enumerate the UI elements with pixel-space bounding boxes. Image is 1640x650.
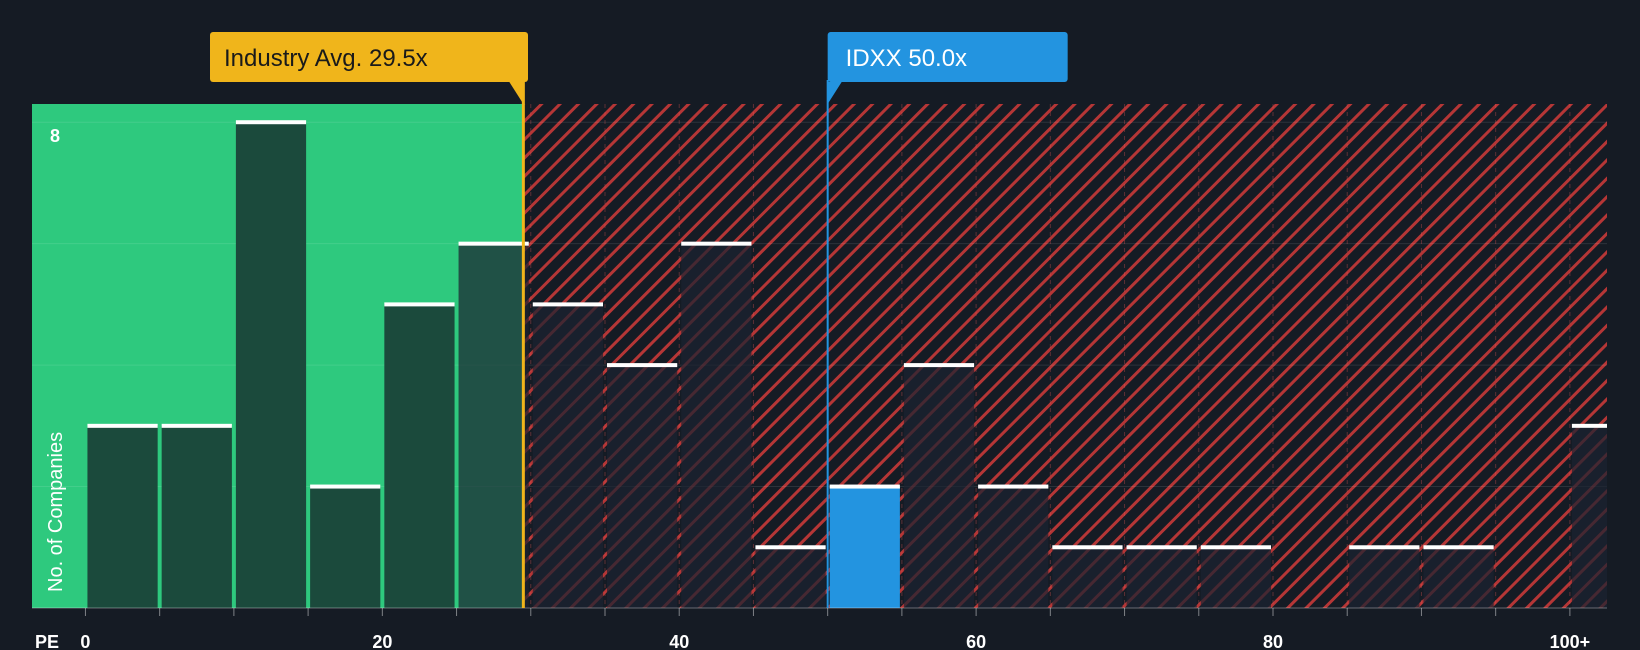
- bar-top-cap: [1052, 545, 1123, 550]
- bar: [829, 486, 900, 608]
- x-tick-label: 0: [80, 632, 90, 650]
- company-callout-pointer: [827, 82, 842, 104]
- bar: [87, 425, 158, 608]
- bar: [755, 547, 826, 608]
- bar: [235, 122, 307, 609]
- bar-top-cap: [384, 302, 455, 307]
- x-tick-label: 40: [669, 632, 689, 650]
- bar: [1571, 425, 1607, 608]
- bar-top-cap: [606, 363, 678, 368]
- industry-avg-label: Industry Avg. 29.5x: [224, 45, 428, 72]
- pe-distribution-chart: 0 20 40 60 80 100+ PE 8 Industry Avg. 29.5x IDXX…: [32, 32, 1607, 650]
- y-tick-label: 8: [50, 126, 60, 146]
- bar-top-cap: [161, 423, 232, 428]
- bar-top-cap: [755, 545, 826, 550]
- bar: [1200, 547, 1271, 608]
- bar: [978, 486, 1049, 608]
- bar: [1423, 547, 1494, 608]
- bar: [903, 365, 975, 608]
- bar: [681, 243, 752, 608]
- bar-top-cap: [978, 484, 1049, 489]
- bar: [532, 304, 603, 608]
- bar-top-cap: [903, 363, 975, 368]
- bar-top-cap: [235, 120, 307, 125]
- bar-top-cap: [310, 484, 381, 489]
- bar-top-cap: [681, 241, 752, 246]
- bar-top-cap: [1571, 423, 1607, 428]
- x-tick-label: 80: [1263, 632, 1283, 650]
- bar-top-cap: [87, 423, 158, 428]
- bar: [310, 486, 381, 608]
- bar-top-cap: [829, 484, 900, 489]
- x-axis-label: PE: [35, 632, 59, 650]
- bar: [1126, 547, 1197, 608]
- x-tick-label: 20: [372, 632, 392, 650]
- industry-avg-callout-pointer: [509, 82, 524, 104]
- bar: [384, 304, 455, 608]
- bar: [161, 425, 232, 608]
- company-label: IDXX 50.0x: [846, 45, 967, 72]
- bar-top-cap: [1423, 545, 1494, 550]
- bar: [1052, 547, 1123, 608]
- bar-top-cap: [1126, 545, 1197, 550]
- y-axis-label: No. of Companies: [45, 432, 67, 592]
- bar: [1349, 547, 1420, 608]
- bar: [458, 243, 529, 608]
- bar: [606, 365, 678, 608]
- x-tick-label: 100+: [1550, 632, 1591, 650]
- bar-top-cap: [1200, 545, 1271, 550]
- bar-top-cap: [532, 302, 603, 307]
- bar-top-cap: [1349, 545, 1420, 550]
- bar-top-cap: [458, 241, 529, 246]
- x-tick-label: 60: [966, 632, 986, 650]
